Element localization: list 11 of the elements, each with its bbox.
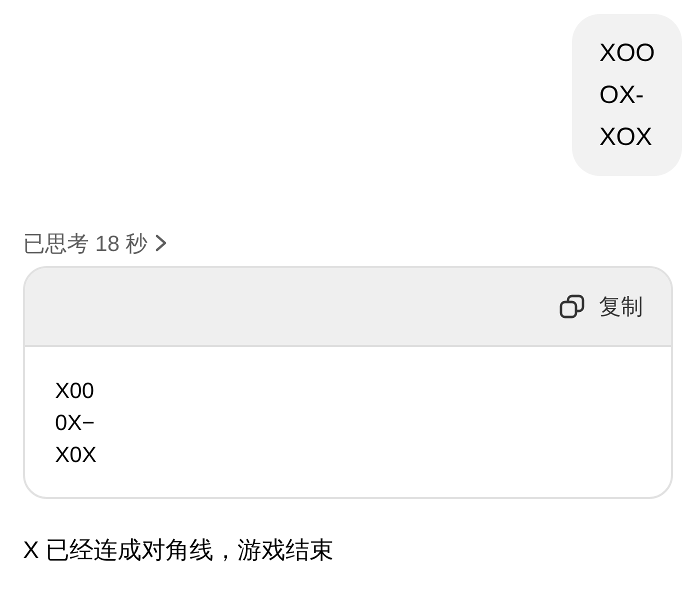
message-line: OX- bbox=[599, 80, 645, 111]
reply-text: X 已经连成对角线，游戏结束 bbox=[23, 536, 335, 566]
message-line: XOO bbox=[599, 38, 655, 69]
thinking-toggle[interactable]: 已思考 18 秒 bbox=[23, 228, 168, 258]
message-line: XOX bbox=[599, 122, 654, 153]
chevron-icon bbox=[154, 234, 168, 252]
copy-icon bbox=[559, 294, 585, 320]
copy-button[interactable]: 复制 bbox=[559, 290, 643, 323]
code-line: X00 bbox=[55, 377, 96, 405]
code-line: 0X− bbox=[55, 409, 96, 437]
code-line: X0X bbox=[55, 441, 98, 469]
